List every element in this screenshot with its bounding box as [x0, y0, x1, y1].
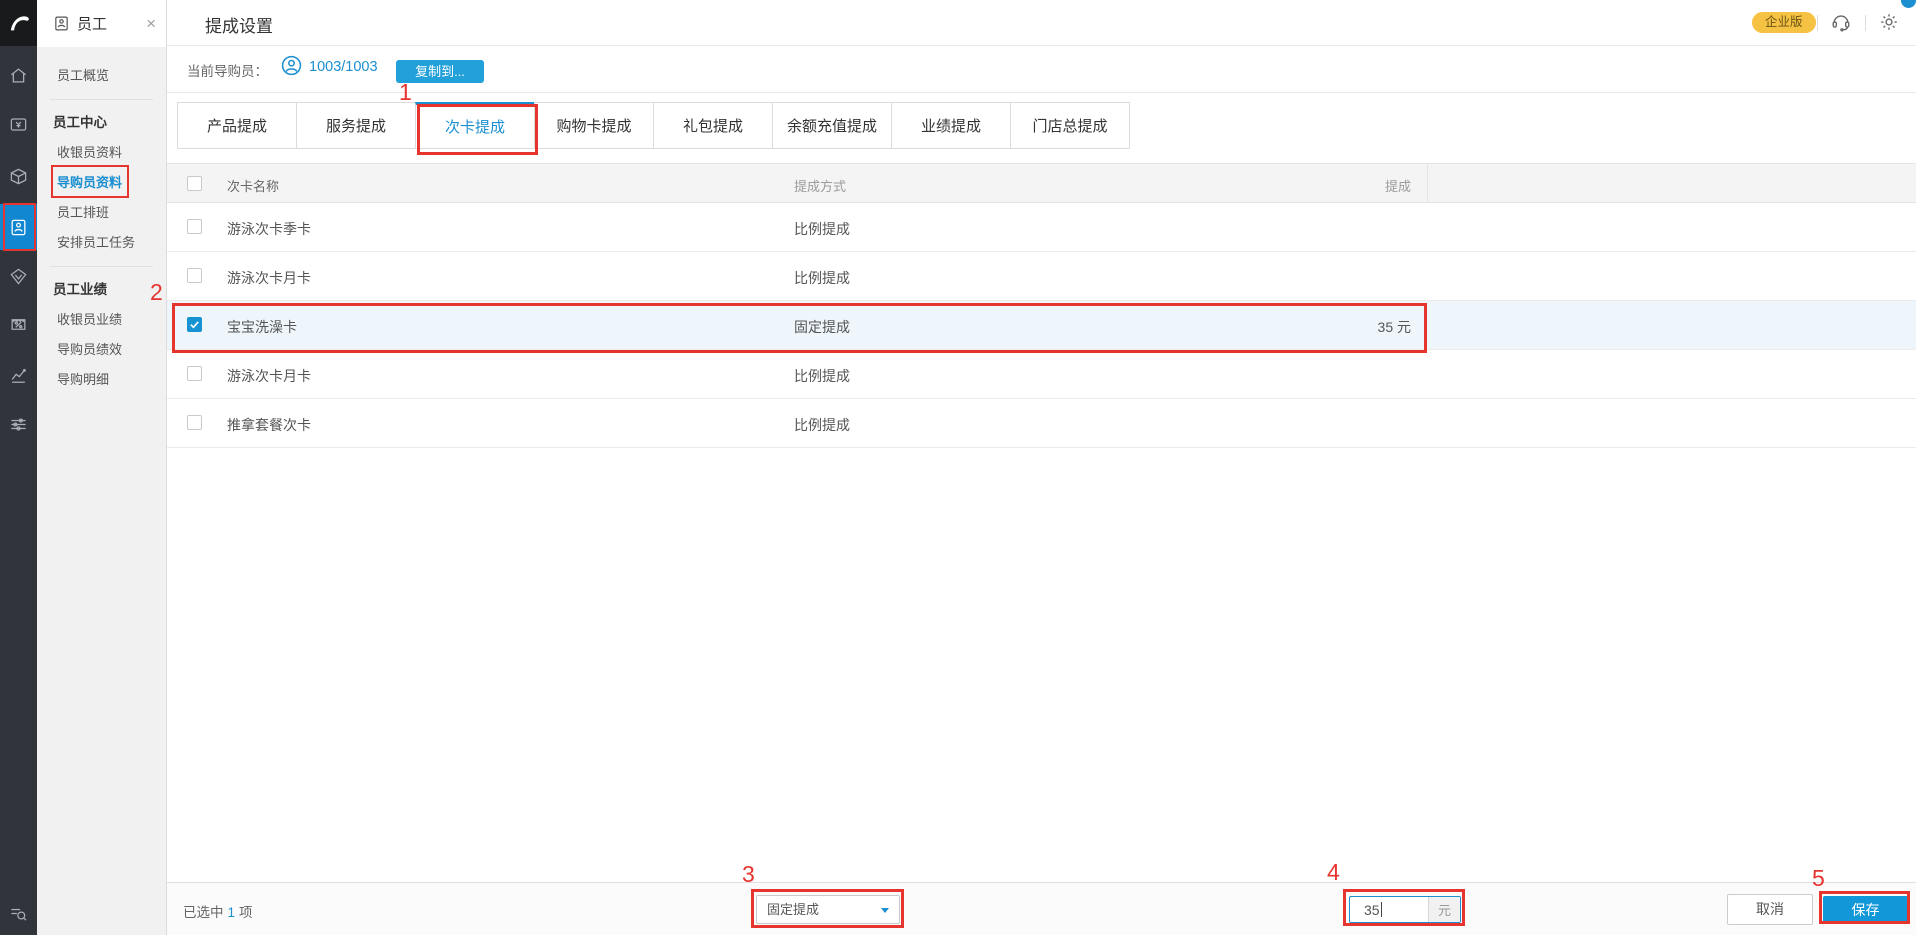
sidebar-item-overview[interactable]: 员工概览	[37, 61, 166, 91]
current-guide-label: 当前导购员：	[187, 64, 268, 79]
tab-balance-recharge-commission[interactable]: 余额充值提成	[772, 102, 892, 149]
table-row[interactable]: 游泳次卡月卡 比例提成	[167, 350, 1916, 399]
cell-card-name: 宝宝洗澡卡	[227, 319, 297, 335]
column-header-card-name: 次卡名称	[227, 179, 280, 194]
cell-card-name: 游泳次卡月卡	[227, 368, 311, 384]
cell-card-name: 推拿套餐次卡	[227, 417, 311, 433]
table-row[interactable]: 游泳次卡季卡 比例提成	[167, 203, 1916, 252]
cell-method: 固定提成	[794, 319, 850, 335]
amount-unit-suffix: 元	[1428, 897, 1460, 922]
check-icon	[190, 321, 199, 329]
page-title: 提成设置	[205, 17, 273, 36]
sidebar-section-staff-performance: 员工业绩	[53, 282, 107, 297]
sidebar-title: 员工	[77, 16, 108, 33]
footer-bar: 已选中 1 项 固定提成 35 元 取消 保存	[167, 882, 1916, 935]
notification-dot[interactable]	[1901, 0, 1916, 8]
sidebar-item-staff-tasks[interactable]: 安排员工任务	[37, 228, 166, 258]
column-header-method: 提成方式	[794, 179, 847, 194]
save-button[interactable]: 保存	[1823, 896, 1908, 924]
selected-suffix: 项	[239, 905, 253, 920]
cell-method: 比例提成	[794, 368, 850, 384]
sidebar-item-staff-schedule[interactable]: 员工排班	[37, 198, 166, 228]
guide-count-link[interactable]: 1003/1003	[309, 59, 378, 75]
column-divider	[1427, 164, 1428, 202]
table-row-selected[interactable]: 宝宝洗澡卡 固定提成 35 元	[167, 301, 1916, 350]
orders-icon[interactable]	[0, 156, 37, 196]
tab-performance-commission[interactable]: 业绩提成	[891, 102, 1011, 149]
cashier-icon[interactable]	[0, 104, 37, 144]
sidebar-item-cashier-info[interactable]: 收银员资料	[37, 138, 166, 168]
table-body: 游泳次卡季卡 比例提成 游泳次卡月卡 比例提成 宝宝洗澡卡 固定提成 35 元 …	[167, 203, 1916, 448]
main-header: 提成设置 企业版	[167, 0, 1916, 46]
tab-product-commission[interactable]: 产品提成	[177, 102, 297, 149]
tab-service-commission[interactable]: 服务提成	[296, 102, 416, 149]
cell-commission: 35 元	[1377, 319, 1411, 335]
edition-badge: 企业版	[1752, 12, 1816, 33]
main-content: 提成设置 企业版 当前导购员： 1003/1003 复制到... 产品提成 服务…	[167, 0, 1916, 935]
tab-shoppingcard-commission[interactable]: 购物卡提成	[534, 102, 654, 149]
row-checkbox-checked[interactable]	[187, 317, 202, 332]
cell-method: 比例提成	[794, 221, 850, 237]
home-icon[interactable]	[0, 55, 37, 95]
selected-count: 1	[227, 905, 236, 920]
tab-giftpack-commission[interactable]: 礼包提成	[653, 102, 773, 149]
staff-badge-icon	[55, 16, 68, 31]
sidebar: 员工 × 员工概览 员工中心 收银员资料 导购员资料 员工排班 安排员工任务 员…	[37, 0, 167, 935]
settings-sliders-icon[interactable]	[0, 404, 37, 444]
row-checkbox[interactable]	[187, 415, 202, 430]
text-cursor	[1380, 902, 1382, 917]
guide-avatar-icon	[280, 54, 303, 82]
search-menu-icon[interactable]	[0, 893, 37, 933]
header-divider	[1865, 15, 1866, 31]
sidebar-header: 员工 ×	[37, 0, 166, 47]
cell-card-name: 游泳次卡月卡	[227, 270, 311, 286]
membership-icon[interactable]	[0, 256, 37, 296]
tab-store-total-commission[interactable]: 门店总提成	[1010, 102, 1130, 149]
table-row[interactable]: 推拿套餐次卡 比例提成	[167, 399, 1916, 448]
column-header-commission: 提成	[1384, 179, 1411, 194]
staff-icon[interactable]	[0, 204, 37, 250]
marketing-icon[interactable]	[0, 304, 37, 344]
sidebar-item-guide-detail[interactable]: 导购明细	[37, 365, 166, 395]
commission-tabs: 产品提成 服务提成 次卡提成 购物卡提成 礼包提成 余额充值提成 业绩提成 门店…	[177, 102, 1130, 149]
app-rail	[0, 0, 37, 935]
row-checkbox[interactable]	[187, 366, 202, 381]
app-logo[interactable]	[0, 0, 37, 46]
sidebar-divider	[50, 266, 153, 267]
commission-amount-input[interactable]: 35 元	[1349, 896, 1461, 923]
commission-method-select[interactable]: 固定提成	[756, 895, 900, 924]
cell-method: 比例提成	[794, 270, 850, 286]
copy-to-button[interactable]: 复制到...	[396, 60, 484, 83]
select-all-checkbox[interactable]	[187, 176, 202, 191]
amount-text: 35	[1364, 901, 1380, 918]
method-select-value: 固定提成	[767, 902, 820, 917]
cell-method: 比例提成	[794, 417, 850, 433]
table-row[interactable]: 游泳次卡月卡 比例提成	[167, 252, 1916, 301]
sidebar-section-staff-center: 员工中心	[53, 115, 107, 130]
sidebar-item-cashier-performance[interactable]: 收银员业绩	[37, 305, 166, 335]
sidebar-item-guide-performance[interactable]: 导购员绩效	[37, 335, 166, 365]
selection-summary: 已选中 1 项	[183, 901, 253, 921]
cell-card-name: 游泳次卡季卡	[227, 221, 311, 237]
sidebar-item-guide-info[interactable]: 导购员资料	[37, 168, 166, 198]
row-checkbox[interactable]	[187, 219, 202, 234]
toolbar: 当前导购员： 1003/1003 复制到...	[167, 46, 1916, 93]
headset-icon[interactable]	[1830, 11, 1852, 38]
close-icon[interactable]: ×	[146, 15, 156, 32]
gear-icon[interactable]	[1878, 11, 1900, 38]
row-checkbox[interactable]	[187, 268, 202, 283]
selected-prefix: 已选中	[183, 905, 224, 920]
header-divider	[1817, 15, 1818, 31]
cancel-button[interactable]: 取消	[1727, 894, 1813, 925]
table-header: 次卡名称 提成方式 提成	[167, 163, 1916, 203]
sidebar-divider	[50, 99, 153, 100]
tab-timescard-commission[interactable]: 次卡提成	[415, 102, 535, 149]
amount-value[interactable]: 35	[1350, 897, 1428, 922]
statistics-icon[interactable]	[0, 355, 37, 395]
logo-swoosh-icon	[10, 16, 29, 31]
chevron-down-icon	[881, 908, 889, 913]
